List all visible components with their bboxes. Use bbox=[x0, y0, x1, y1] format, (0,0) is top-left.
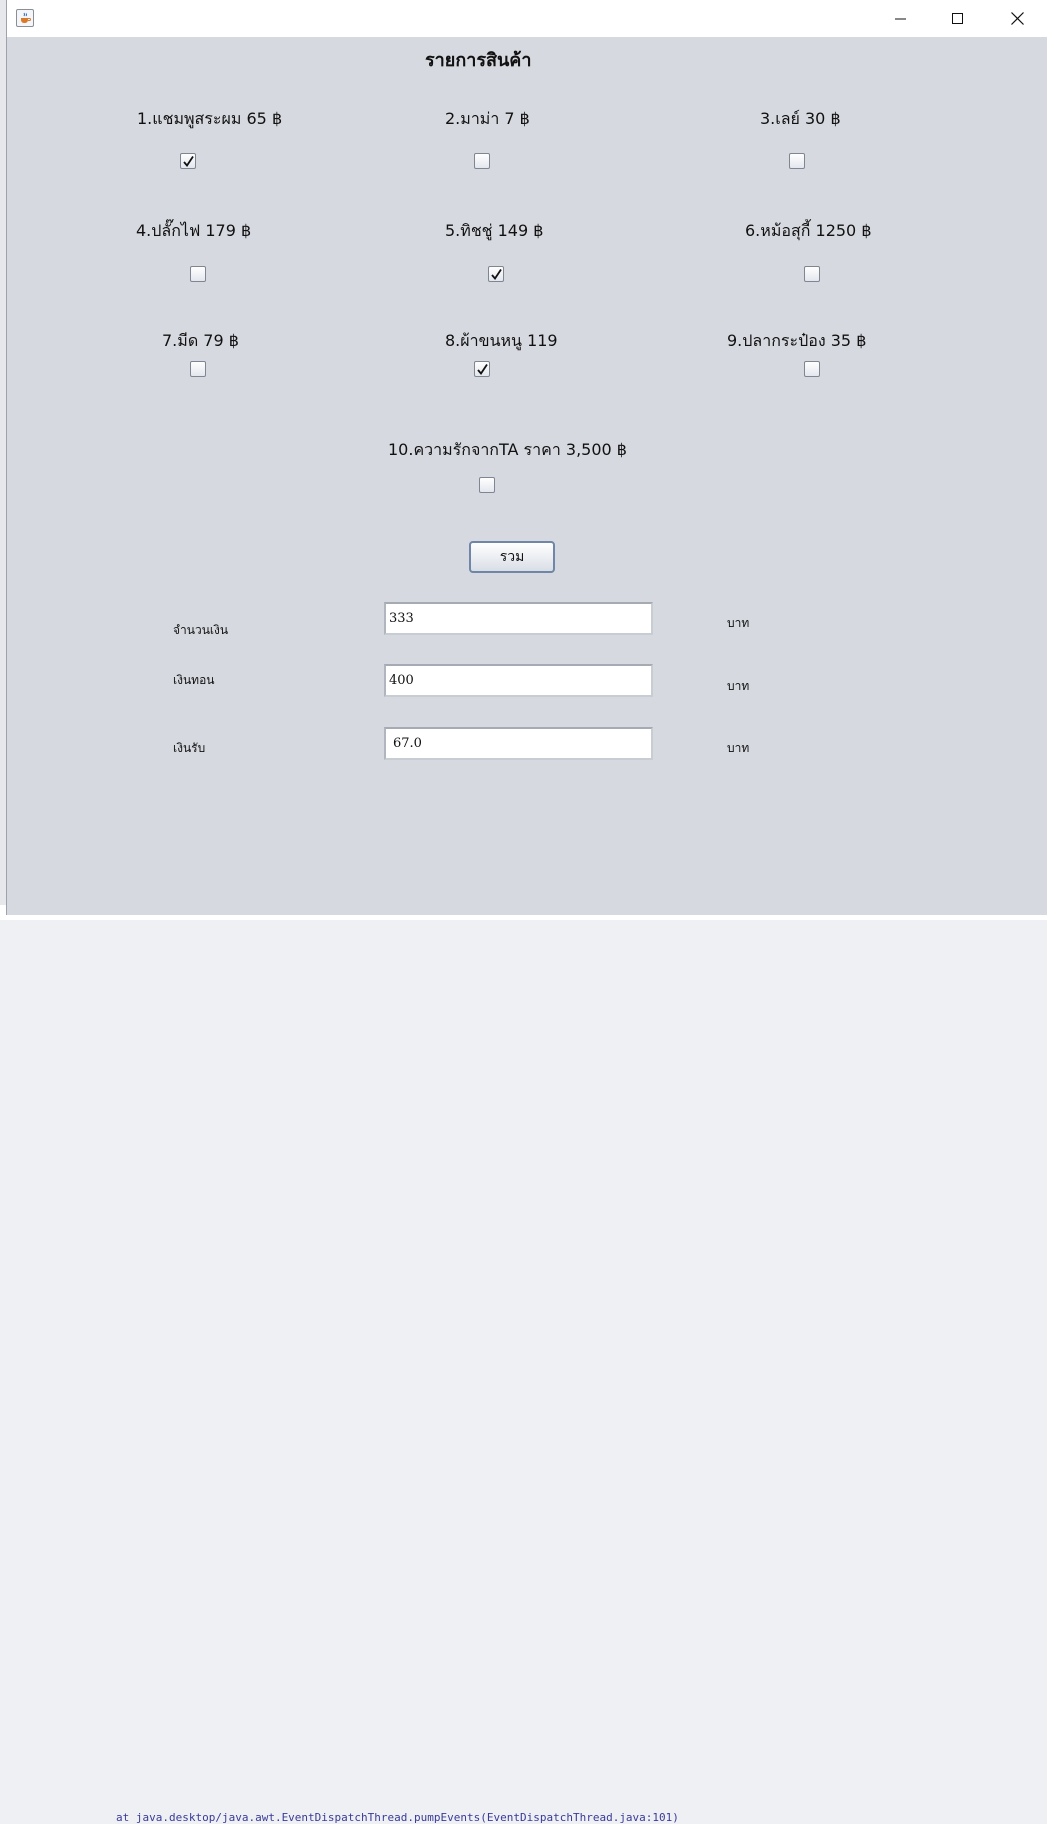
item-checkbox-7[interactable] bbox=[190, 361, 206, 377]
checkmark-icon bbox=[476, 363, 488, 375]
received-unit: บาท bbox=[727, 741, 750, 755]
item-label-4: 4.ปลั๊กไฟ 179 ฿ bbox=[136, 221, 252, 240]
total-button[interactable]: รวม bbox=[469, 541, 555, 573]
item-label-7: 7.มีด 79 ฿ bbox=[162, 331, 239, 350]
change-label: เงินทอน bbox=[173, 673, 215, 687]
minimize-icon bbox=[895, 18, 906, 19]
checkmark-icon bbox=[490, 268, 502, 280]
page-title: รายการสินค้า bbox=[425, 50, 532, 71]
java-cup-icon bbox=[16, 9, 34, 27]
item-label-6: 6.หม้อสุกี้ 1250 ฿ bbox=[745, 221, 872, 240]
item-checkbox-2[interactable] bbox=[474, 153, 490, 169]
checkmark-icon bbox=[182, 155, 194, 167]
received-field[interactable]: 67.0 bbox=[384, 727, 653, 760]
item-label-8: 8.ผ้าขนหนู 119 bbox=[445, 331, 558, 350]
change-unit: บาท bbox=[727, 679, 750, 693]
item-label-10: 10.ความรักจากTA ราคา 3,500 ฿ bbox=[388, 440, 627, 459]
item-label-2: 2.มาม่า 7 ฿ bbox=[445, 109, 530, 128]
close-icon bbox=[1010, 12, 1024, 25]
item-checkbox-4[interactable] bbox=[190, 266, 206, 282]
amount-field[interactable]: 333 bbox=[384, 602, 653, 635]
title-bar bbox=[7, 0, 1047, 37]
item-checkbox-9[interactable] bbox=[804, 361, 820, 377]
maximize-button[interactable] bbox=[935, 0, 981, 37]
maximize-icon bbox=[952, 12, 963, 24]
close-button[interactable] bbox=[994, 0, 1040, 37]
item-label-5: 5.ทิชชู่ 149 ฿ bbox=[445, 221, 544, 240]
background-console-text: at java.desktop/java.awt.EventDispatchTh… bbox=[116, 1811, 679, 1824]
item-label-1: 1.แชมพูสระผม 65 ฿ bbox=[137, 109, 283, 128]
minimize-button[interactable] bbox=[878, 0, 924, 37]
item-checkbox-6[interactable] bbox=[804, 266, 820, 282]
received-label: เงินรับ bbox=[173, 741, 206, 755]
item-checkbox-10[interactable] bbox=[479, 477, 495, 493]
content-pane: รายการสินค้า 1.แชมพูสระผม 65 ฿ 2.มาม่า 7… bbox=[7, 37, 1047, 915]
item-label-9: 9.ปลากระป๋อง 35 ฿ bbox=[727, 331, 867, 350]
item-checkbox-8[interactable] bbox=[474, 361, 490, 377]
app-window: รายการสินค้า 1.แชมพูสระผม 65 ฿ 2.มาม่า 7… bbox=[6, 0, 1047, 915]
item-checkbox-3[interactable] bbox=[789, 153, 805, 169]
change-field[interactable]: 400 bbox=[384, 664, 653, 697]
item-checkbox-1[interactable] bbox=[180, 153, 196, 169]
amount-unit: บาท bbox=[727, 616, 750, 630]
item-label-3: 3.เลย์ 30 ฿ bbox=[760, 109, 841, 128]
item-checkbox-5[interactable] bbox=[488, 266, 504, 282]
amount-label: จำนวนเงิน bbox=[173, 623, 229, 637]
